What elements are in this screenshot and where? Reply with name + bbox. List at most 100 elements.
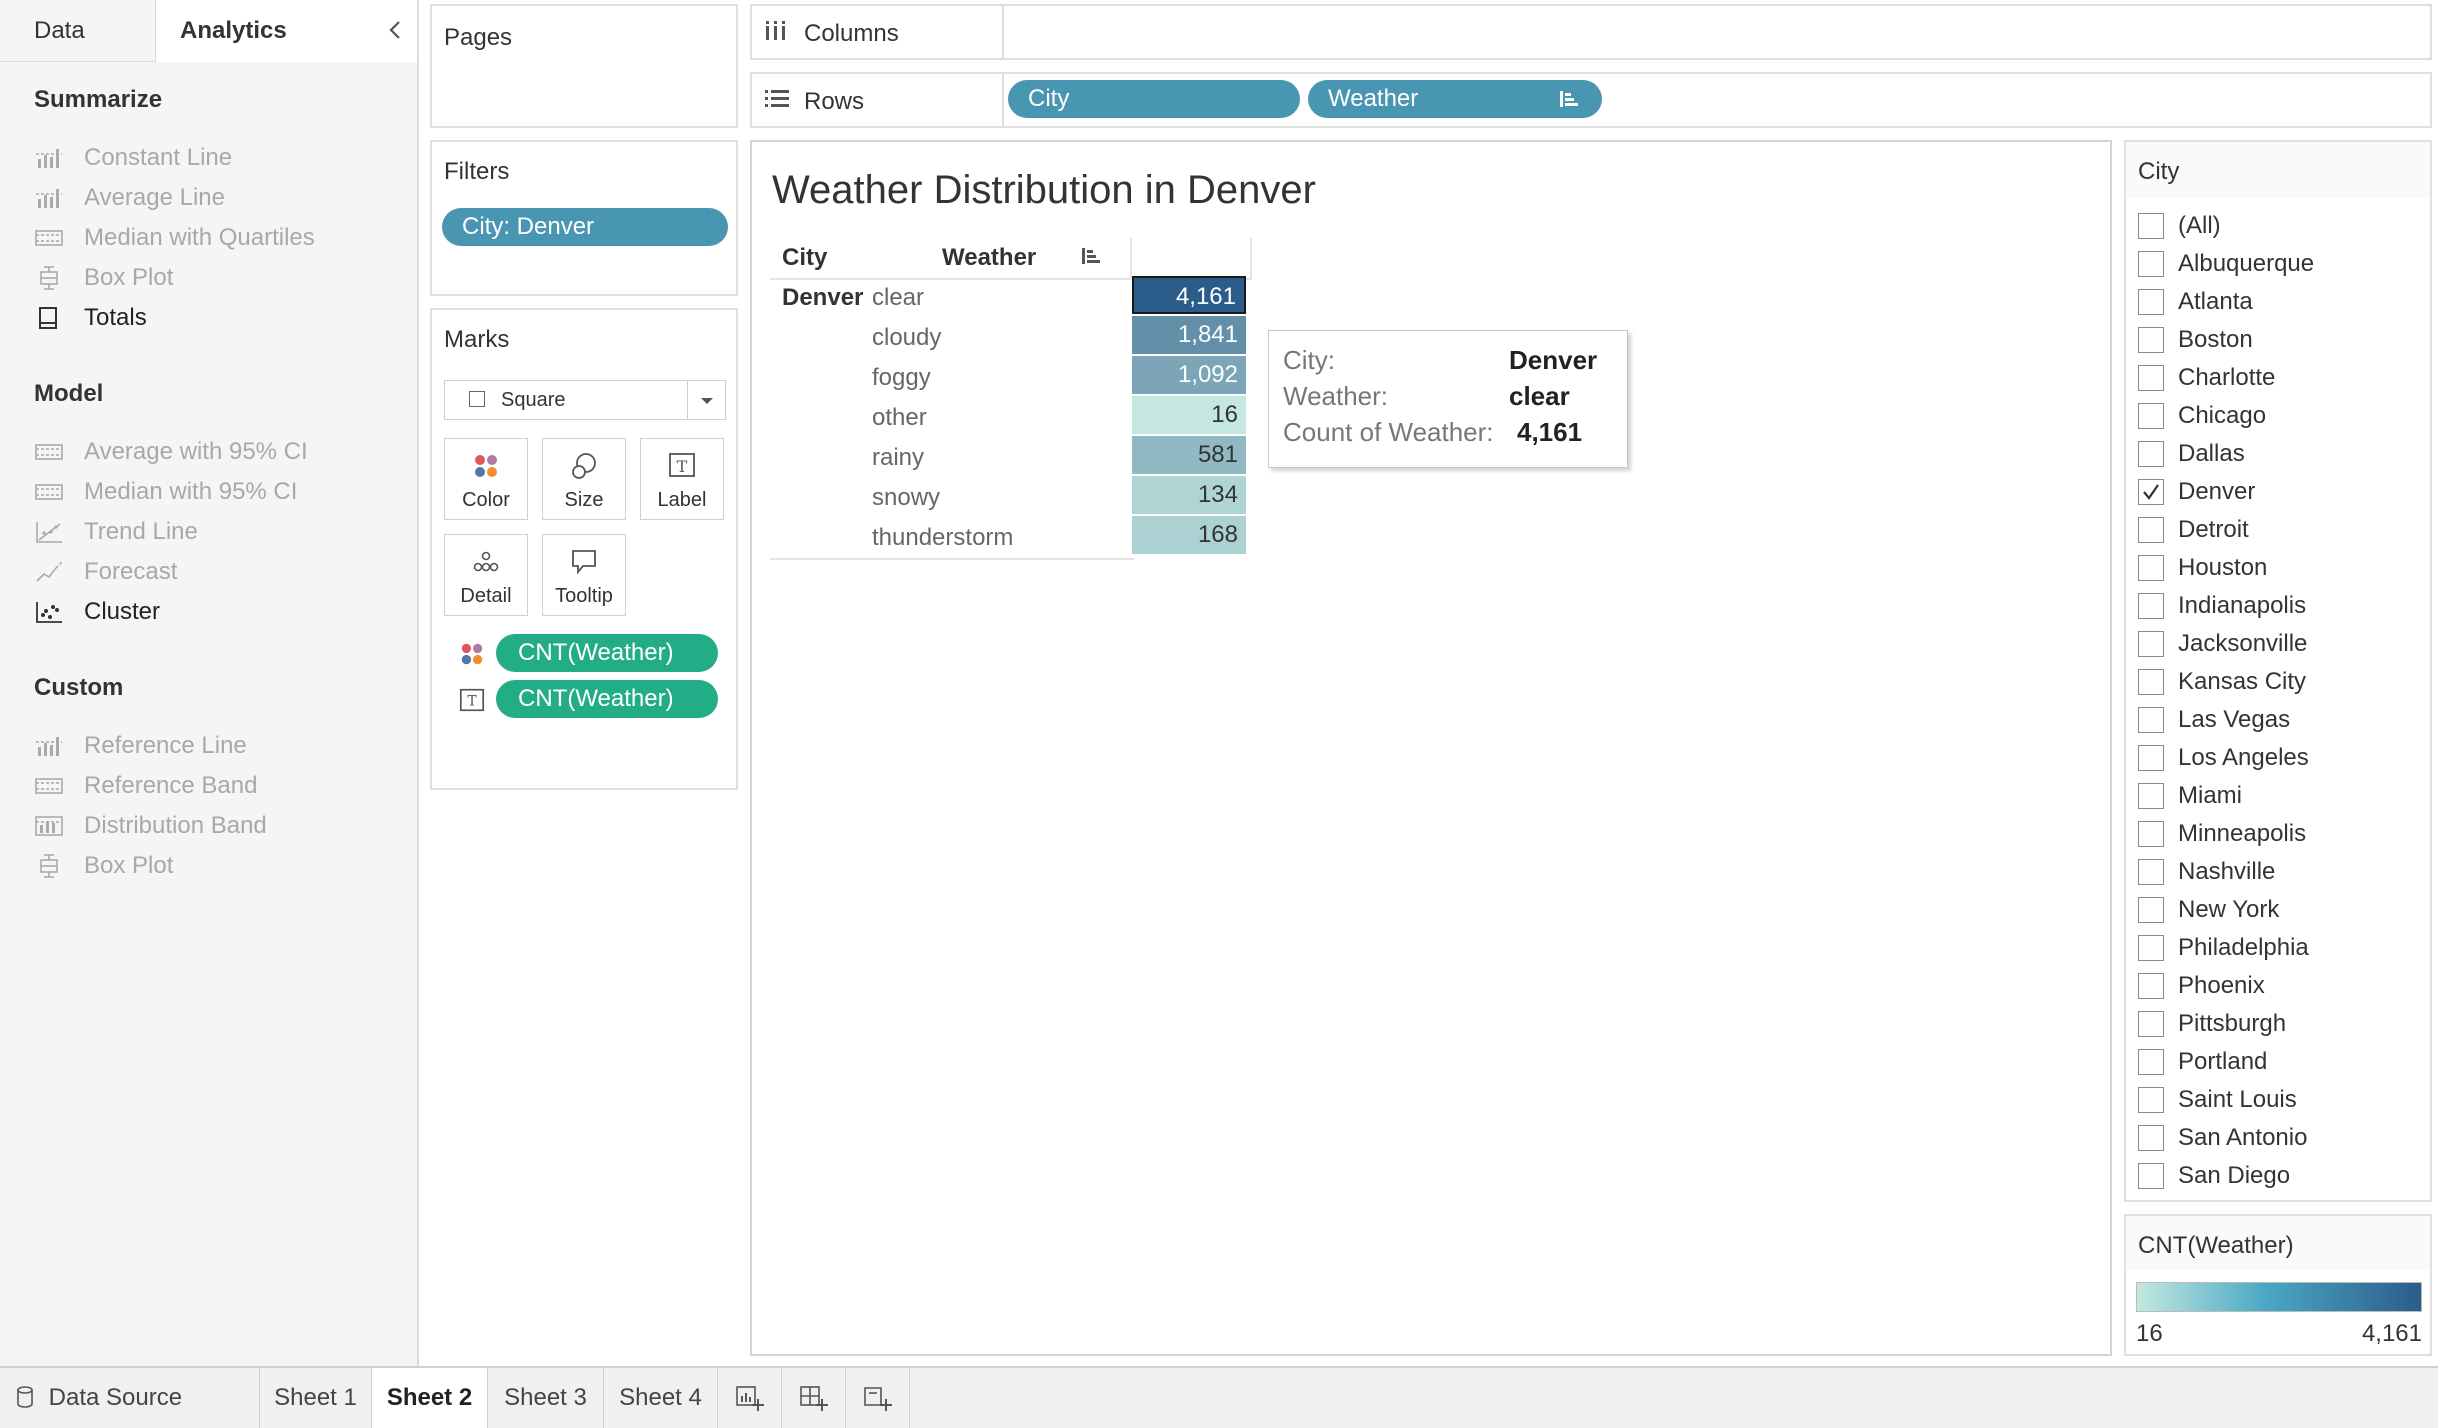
sheet-tab-2[interactable]: Sheet 2	[372, 1368, 488, 1428]
city-option-new-york[interactable]: New York	[2138, 891, 2279, 929]
checkbox[interactable]	[2138, 1049, 2164, 1075]
city-option-phoenix[interactable]: Phoenix	[2138, 967, 2265, 1005]
row-pill-city[interactable]: City	[1008, 80, 1300, 118]
heatmap-cell[interactable]: 4,161	[1132, 276, 1246, 314]
row-header-denver[interactable]: Denver	[782, 284, 863, 312]
city-option-kansas-city[interactable]: Kansas City	[2138, 663, 2306, 701]
field-pill-label[interactable]: CNT(Weather)	[496, 680, 718, 718]
row-header-weather[interactable]: rainy	[872, 444, 924, 472]
checkbox[interactable]	[2138, 707, 2164, 733]
checkbox[interactable]	[2138, 403, 2164, 429]
heatmap-cell[interactable]: 134	[1132, 476, 1246, 514]
city-option-chicago[interactable]: Chicago	[2138, 397, 2266, 435]
city-option-charlotte[interactable]: Charlotte	[2138, 359, 2275, 397]
checkbox[interactable]	[2138, 593, 2164, 619]
header-city[interactable]: City	[782, 244, 827, 272]
checkbox[interactable]	[2138, 251, 2164, 277]
heatmap-cell[interactable]: 168	[1132, 516, 1246, 554]
legend-color-ramp[interactable]	[2136, 1282, 2422, 1312]
checkbox[interactable]	[2138, 1011, 2164, 1037]
new-story-button[interactable]	[846, 1368, 910, 1428]
row-header-weather[interactable]: cloudy	[872, 324, 941, 352]
field-pill-color[interactable]: CNT(Weather)	[496, 634, 718, 672]
tab-analytics[interactable]: Analytics	[156, 0, 417, 62]
checkbox[interactable]	[2138, 973, 2164, 999]
city-option-pittsburgh[interactable]: Pittsburgh	[2138, 1005, 2286, 1043]
analytics-item-box-plot[interactable]: Box Plot	[34, 260, 173, 296]
new-dashboard-button[interactable]	[782, 1368, 846, 1428]
city-option-denver[interactable]: Denver	[2138, 473, 2255, 511]
analytics-item-average-with-95-ci[interactable]: Average with 95% CI	[34, 434, 308, 470]
size-button[interactable]: Size	[542, 438, 626, 520]
chevron-down-icon[interactable]	[699, 395, 715, 407]
rows-shelf[interactable]: Rows City Weather	[750, 72, 2432, 128]
checkbox[interactable]	[2138, 327, 2164, 353]
heatmap-cell[interactable]: 1,841	[1132, 316, 1246, 354]
city-option-saint-louis[interactable]: Saint Louis	[2138, 1081, 2297, 1119]
checkbox[interactable]	[2138, 669, 2164, 695]
new-worksheet-button[interactable]	[718, 1368, 782, 1428]
sheet-tab-4[interactable]: Sheet 4	[604, 1368, 718, 1428]
checkbox[interactable]	[2138, 289, 2164, 315]
sheet-tab-3[interactable]: Sheet 3	[488, 1368, 604, 1428]
label-button[interactable]: T Label	[640, 438, 724, 520]
city-option-dallas[interactable]: Dallas	[2138, 435, 2245, 473]
checkbox[interactable]	[2138, 555, 2164, 581]
checkbox-checked[interactable]	[2138, 479, 2164, 505]
city-option-atlanta[interactable]: Atlanta	[2138, 283, 2253, 321]
row-header-weather[interactable]: other	[872, 404, 927, 432]
city-option-minneapolis[interactable]: Minneapolis	[2138, 815, 2306, 853]
city-option-nashville[interactable]: Nashville	[2138, 853, 2275, 891]
analytics-item-totals[interactable]: Totals	[34, 300, 147, 336]
detail-button[interactable]: Detail	[444, 534, 528, 616]
checkbox[interactable]	[2138, 1087, 2164, 1113]
row-header-weather[interactable]: clear	[872, 284, 924, 312]
analytics-item-median-with-quartiles[interactable]: Median with Quartiles	[34, 220, 315, 256]
heatmap-cell[interactable]: 16	[1132, 396, 1246, 434]
checkbox[interactable]	[2138, 365, 2164, 391]
color-button[interactable]: Color	[444, 438, 528, 520]
row-header-weather[interactable]: foggy	[872, 364, 931, 392]
analytics-item-reference-line[interactable]: Reference Line	[34, 728, 247, 764]
city-option-portland[interactable]: Portland	[2138, 1043, 2267, 1081]
data-source-tab[interactable]: Data Source	[0, 1368, 260, 1428]
checkbox[interactable]	[2138, 859, 2164, 885]
heatmap-cell[interactable]: 581	[1132, 436, 1246, 474]
city-option-detroit[interactable]: Detroit	[2138, 511, 2249, 549]
collapse-pane-icon[interactable]	[383, 15, 407, 45]
row-header-weather[interactable]: thunderstorm	[872, 524, 1013, 552]
checkbox[interactable]	[2138, 935, 2164, 961]
city-option--all-[interactable]: (All)	[2138, 207, 2221, 245]
city-option-houston[interactable]: Houston	[2138, 549, 2267, 587]
filters-shelf[interactable]: Filters City: Denver	[430, 140, 738, 296]
analytics-item-forecast[interactable]: Forecast	[34, 554, 177, 590]
checkbox[interactable]	[2138, 783, 2164, 809]
sort-descending-icon[interactable]	[1080, 246, 1102, 266]
row-header-weather[interactable]: snowy	[872, 484, 940, 512]
analytics-item-distribution-band[interactable]: Distribution Band	[34, 808, 267, 844]
heatmap-cell[interactable]: 1,092	[1132, 356, 1246, 394]
tab-data[interactable]: Data	[0, 0, 156, 62]
checkbox[interactable]	[2138, 897, 2164, 923]
sort-descending-icon[interactable]	[1558, 89, 1580, 109]
analytics-item-constant-line[interactable]: Constant Line	[34, 140, 232, 176]
checkbox[interactable]	[2138, 517, 2164, 543]
city-option-los-angeles[interactable]: Los Angeles	[2138, 739, 2309, 777]
checkbox[interactable]	[2138, 441, 2164, 467]
city-option-jacksonville[interactable]: Jacksonville	[2138, 625, 2307, 663]
city-option-miami[interactable]: Miami	[2138, 777, 2242, 815]
city-option-san-antonio[interactable]: San Antonio	[2138, 1119, 2307, 1157]
tooltip-button[interactable]: Tooltip	[542, 534, 626, 616]
city-option-albuquerque[interactable]: Albuquerque	[2138, 245, 2314, 283]
analytics-item-box-plot[interactable]: Box Plot	[34, 848, 173, 884]
city-option-indianapolis[interactable]: Indianapolis	[2138, 587, 2306, 625]
checkbox[interactable]	[2138, 745, 2164, 771]
city-option-san-diego[interactable]: San Diego	[2138, 1157, 2290, 1195]
checkbox[interactable]	[2138, 821, 2164, 847]
analytics-item-average-line[interactable]: Average Line	[34, 180, 225, 216]
columns-shelf[interactable]: Columns	[750, 4, 2432, 60]
city-option-philadelphia[interactable]: Philadelphia	[2138, 929, 2309, 967]
analytics-item-median-with-95-ci[interactable]: Median with 95% CI	[34, 474, 297, 510]
header-weather[interactable]: Weather	[942, 244, 1036, 272]
city-option-las-vegas[interactable]: Las Vegas	[2138, 701, 2290, 739]
